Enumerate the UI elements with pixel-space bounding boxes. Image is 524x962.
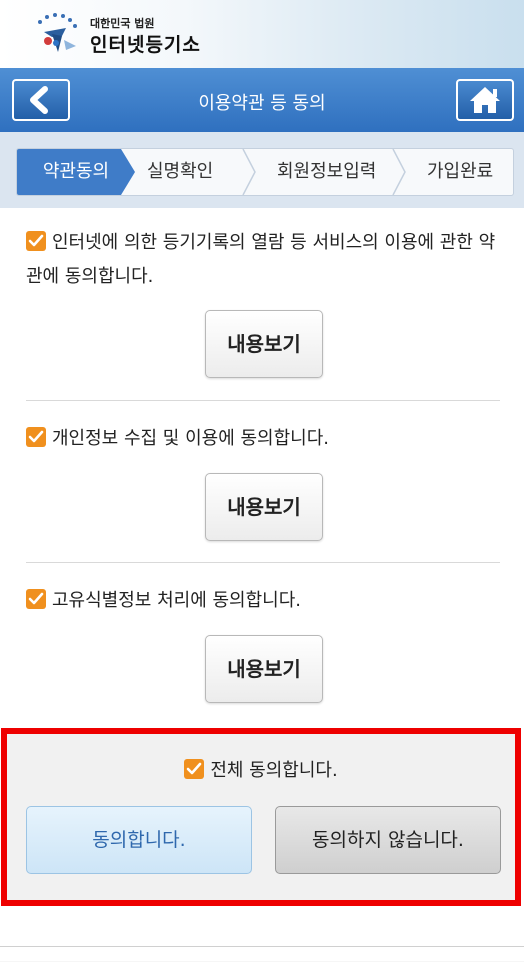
disagree-button[interactable]: 동의하지 않습니다. [275, 806, 501, 874]
checkmark-icon [28, 430, 44, 443]
step-member-info: 회원정보입력 [277, 161, 377, 182]
terms-content: 인터넷에 의한 등기기록의 열람 등 서비스의 이용에 관한 약관에 동의합니다… [0, 208, 524, 961]
org-small-label: 대한민국 법원 [90, 17, 155, 30]
checkmark-icon [28, 592, 44, 605]
checkmark-icon [28, 234, 44, 247]
view-unique-id-terms-button[interactable]: 내용보기 [205, 635, 323, 703]
divider [0, 946, 524, 947]
step-terms-agreement: 약관동의 [17, 149, 135, 195]
home-button[interactable] [456, 79, 514, 121]
terms-privacy-label: 개인정보 수집 및 이용에 동의합니다. [52, 428, 330, 449]
step-chevron-icon [392, 149, 406, 195]
divider [26, 562, 500, 563]
view-service-terms-button[interactable]: 내용보기 [205, 310, 323, 378]
site-header: 대한민국 법원 인터넷등기소 [0, 0, 524, 68]
court-emblem-icon [38, 13, 77, 52]
terms-unique-id-row: 고유식별정보 처리에 동의합니다. [26, 584, 502, 618]
terms-privacy-checkbox[interactable] [26, 427, 46, 447]
agree-all-checkbox[interactable] [184, 759, 205, 779]
site-logo-text[interactable]: 인터넷등기소 [90, 30, 201, 57]
terms-privacy-row: 개인정보 수집 및 이용에 동의합니다. [26, 422, 502, 456]
terms-unique-id-label: 고유식별정보 처리에 동의합니다. [52, 590, 302, 611]
terms-unique-id-checkbox[interactable] [26, 589, 46, 609]
agree-button[interactable]: 동의합니다. [26, 806, 252, 874]
home-icon [470, 87, 500, 113]
page-title: 이용약관 등 동의 [198, 93, 326, 114]
agree-all-row: 전체 동의합니다. [7, 754, 515, 788]
signup-steps-bar: 약관동의 실명확인 회원정보입력 가입완료 [0, 132, 524, 208]
step-identity-check: 실명확인 [147, 161, 214, 182]
agreement-area: 전체 동의합니다. 동의합니다. 동의하지 않습니다. [1, 728, 521, 906]
step-signup-complete: 가입완료 [427, 161, 494, 182]
terms-service-label: 인터넷에 의한 등기기록의 열람 등 서비스의 이용에 관한 약관에 동의합니다… [26, 232, 496, 287]
agree-all-label: 전체 동의합니다. [210, 760, 338, 781]
signup-steps: 약관동의 실명확인 회원정보입력 가입완료 [16, 148, 514, 196]
terms-service-row: 인터넷에 의한 등기기록의 열람 등 서비스의 이용에 관한 약관에 동의합니다… [26, 226, 502, 294]
terms-service-checkbox[interactable] [26, 231, 46, 251]
view-privacy-terms-button[interactable]: 내용보기 [205, 473, 323, 541]
title-bar: 이용약관 등 동의 [0, 68, 524, 132]
step-chevron-icon [242, 149, 256, 195]
divider [26, 400, 500, 401]
checkmark-icon [187, 762, 202, 775]
